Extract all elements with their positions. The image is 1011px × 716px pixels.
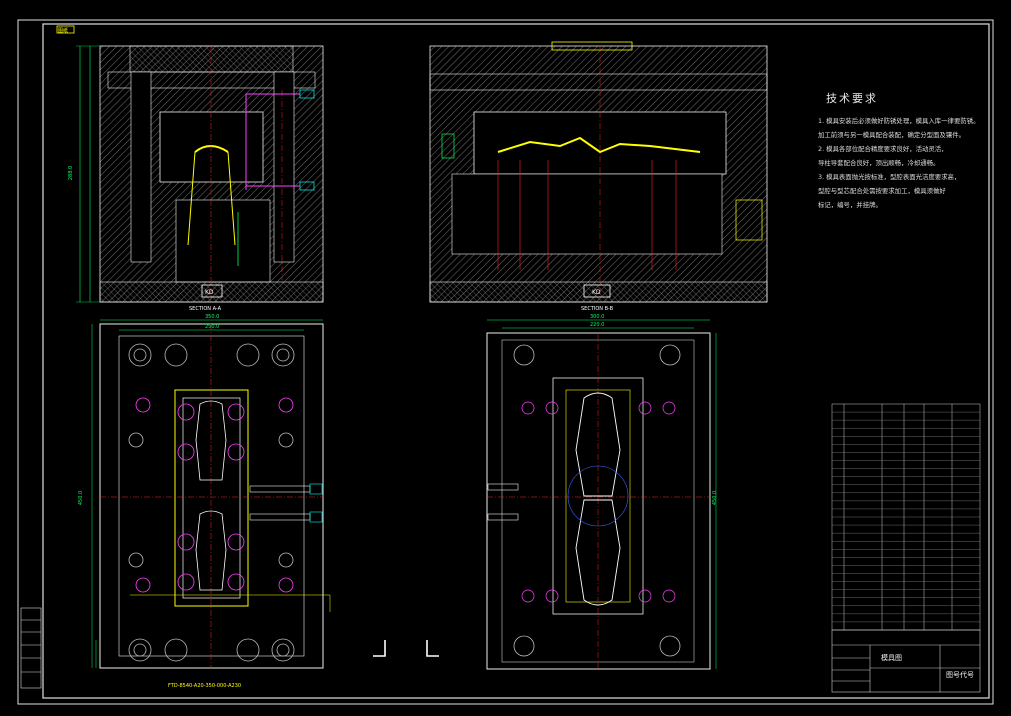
- note-line-3: 2. 模具各部位配合精度要求良好，活动灵活，: [818, 145, 948, 153]
- dim-side-total: 288.0: [68, 165, 75, 181]
- parts-list-rows: [832, 411, 980, 623]
- section-b-label: SECTION B-B: [581, 306, 614, 312]
- revision-strip: [20, 607, 42, 689]
- section-a-view: [76, 45, 324, 303]
- note-line-1: 1. 模具安装后必须做好防锈处理，模具入库一律要防锈。: [818, 117, 980, 125]
- section-a-label: SECTION A-A: [189, 306, 222, 312]
- kd-label-a: KD: [205, 289, 214, 296]
- dim-b-height: 450.0: [712, 490, 719, 506]
- dim-a-total: 350.0: [205, 314, 220, 320]
- title-block-company: 模具图: [881, 654, 902, 662]
- note-line-5: 3. 模具表面抛光按标准，型腔表面光洁度要求高，: [818, 173, 961, 181]
- dim-b-inner: 220.0: [590, 322, 605, 328]
- plan-view-a: [91, 319, 331, 669]
- notes-title: 技术要求: [826, 92, 878, 105]
- note-line-4: 导柱导套配合良好，顶出顺畅，冷却通畅。: [818, 159, 940, 167]
- section-b-view: [429, 41, 768, 303]
- title-block: [831, 629, 981, 693]
- note-line-2: 加工前须与另一模具配合装配，确定分型面及镶件。: [818, 131, 965, 139]
- kd-label-b: KD: [592, 289, 601, 296]
- bottom-part-code: FTD-8540-A20-350-000-A230: [168, 683, 242, 689]
- frame-tag: 图纸: [58, 28, 69, 34]
- section-marker-right: [426, 640, 439, 657]
- dim-b-total: 300.0: [590, 314, 605, 320]
- note-line-7: 标记，编号，并挂牌。: [818, 201, 882, 209]
- plan-view-b: [486, 319, 717, 670]
- cad-drawing-canvas: [17, 19, 994, 705]
- section-marker-left: [373, 640, 386, 657]
- note-line-6: 型腔与型芯配合处需按要求加工，模具须做好: [818, 187, 946, 195]
- title-block-drawing-no: 图号代号: [946, 671, 974, 679]
- dim-a-inner: 250.0: [205, 324, 220, 330]
- dim-a-height: 450.0: [78, 490, 85, 506]
